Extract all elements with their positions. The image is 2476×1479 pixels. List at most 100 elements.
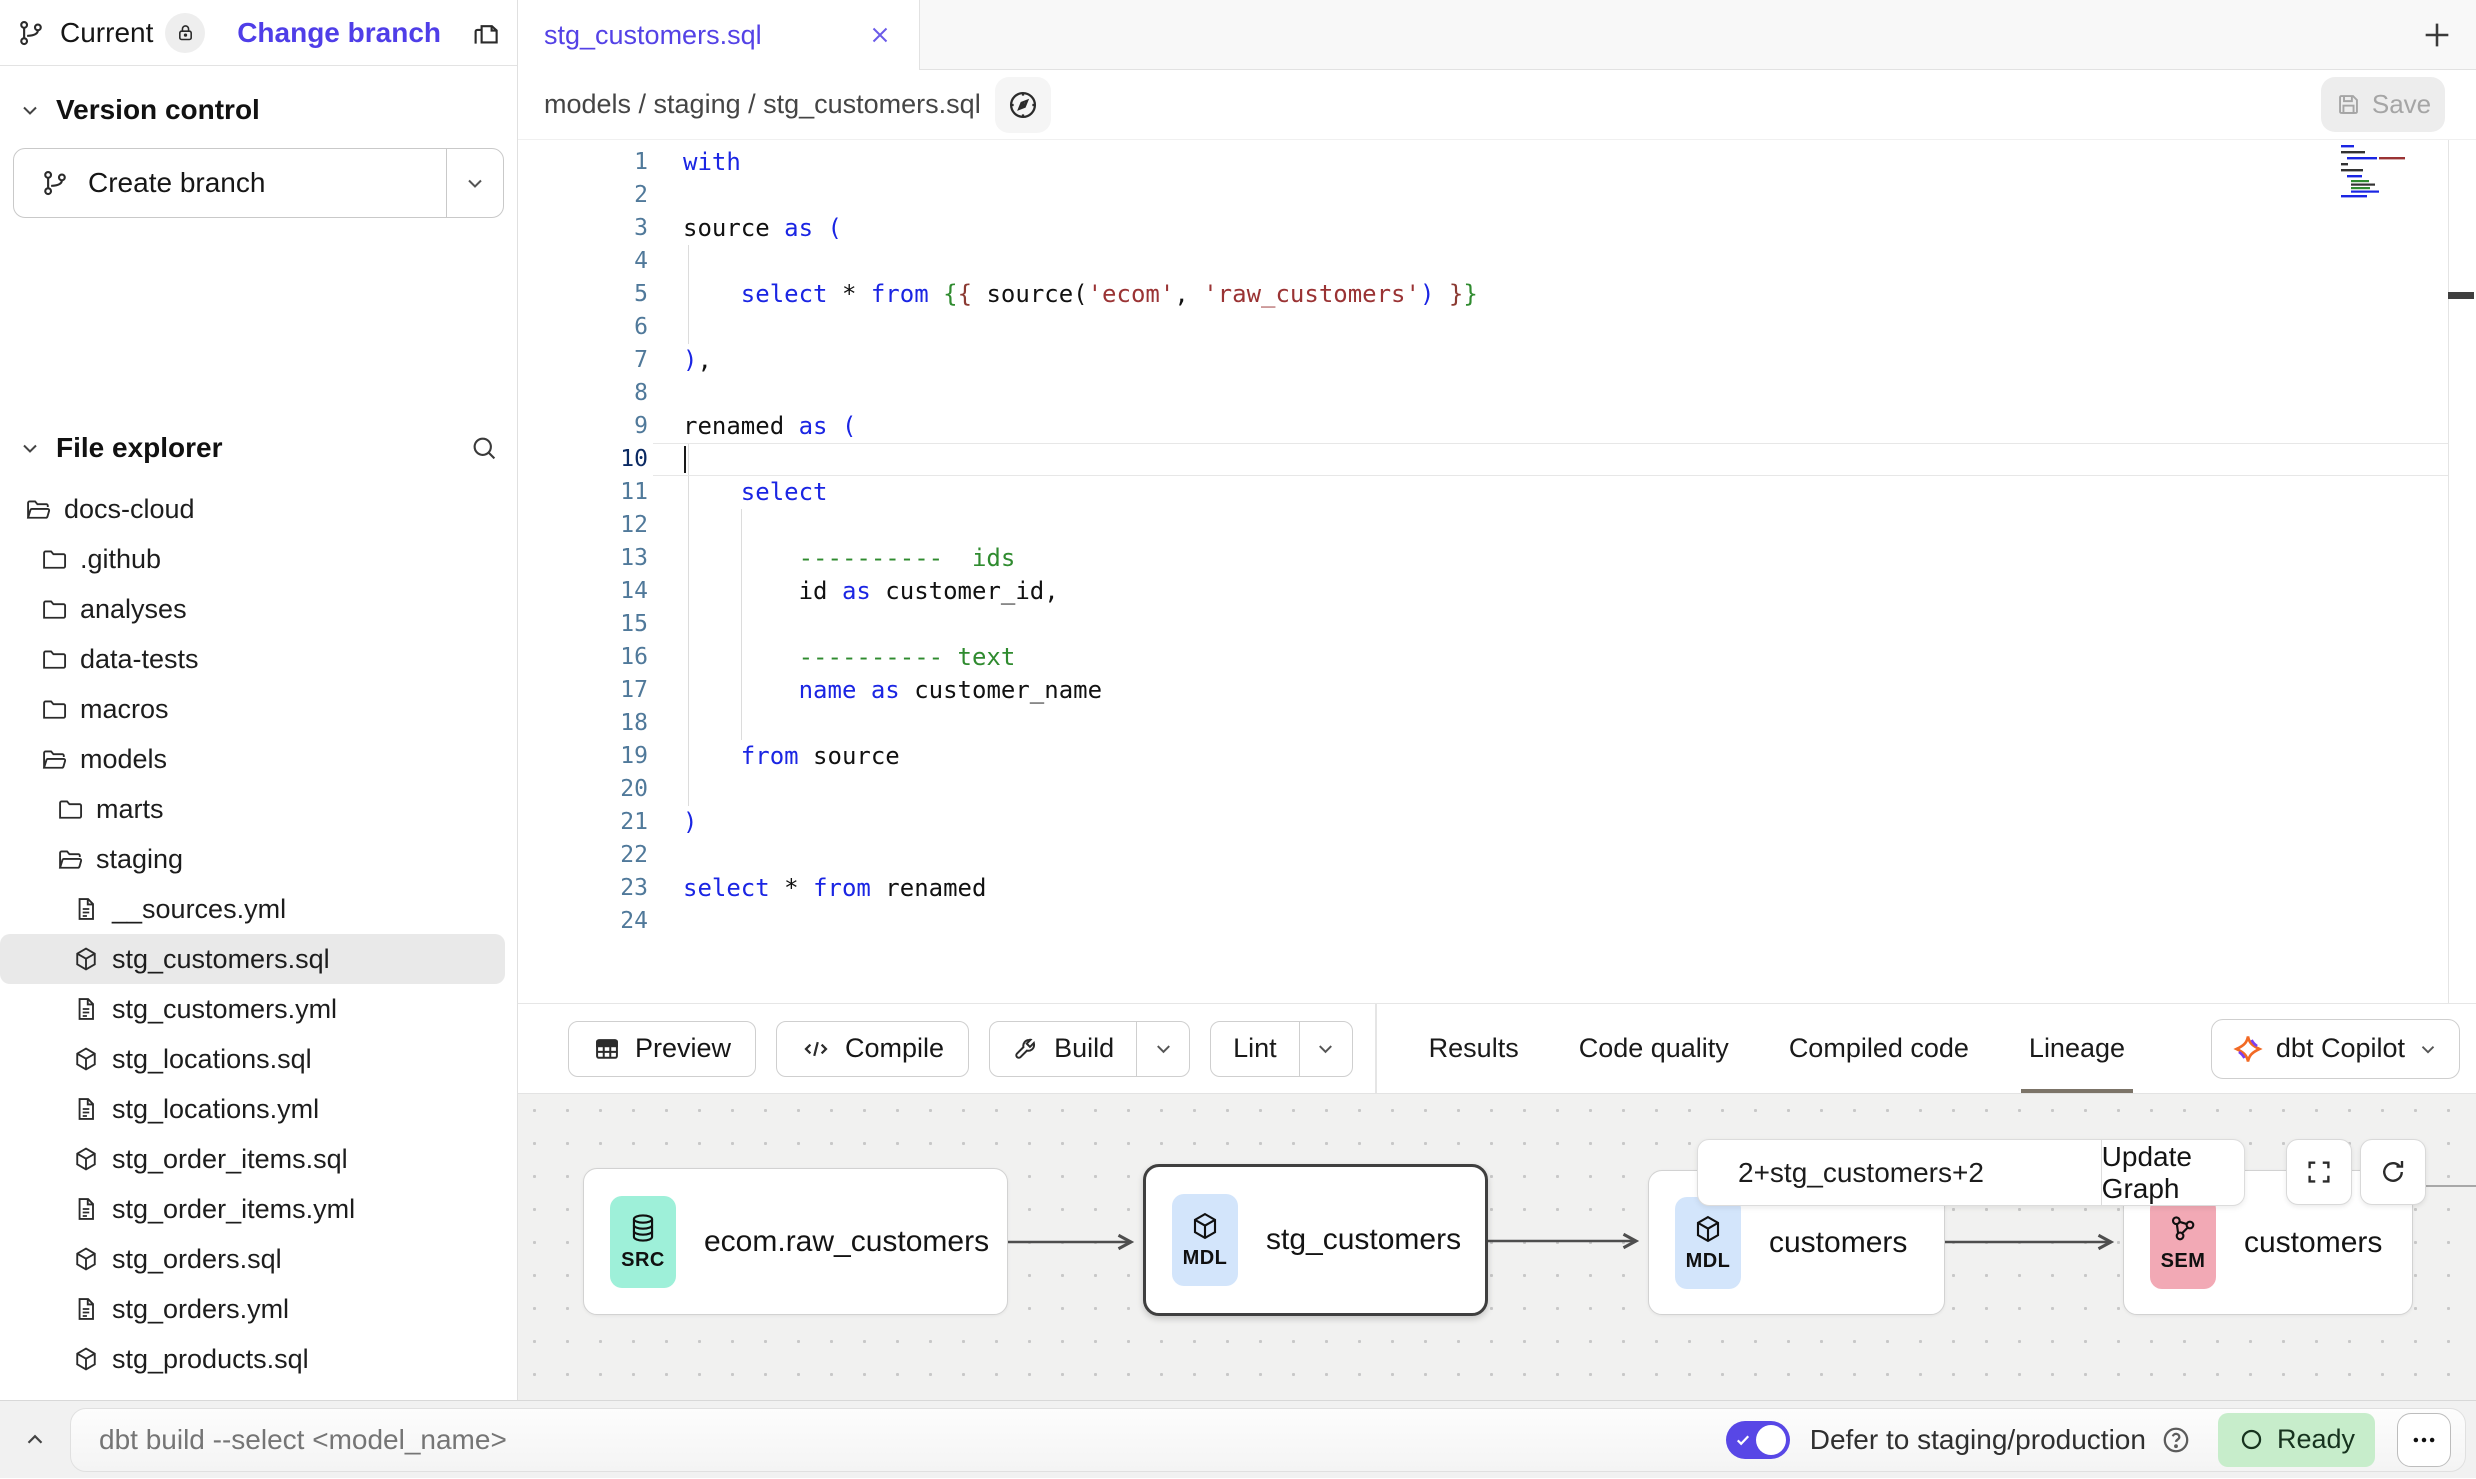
preview-button[interactable]: Preview (568, 1021, 756, 1077)
save-button[interactable]: Save (2321, 77, 2445, 132)
tree-item-stg-order-items-yml[interactable]: stg_order_items.yml (0, 1184, 505, 1234)
create-branch-label: Create branch (88, 167, 265, 199)
line-number: 10 (518, 443, 648, 476)
build-button[interactable]: Build (990, 1022, 1136, 1076)
dbt-copilot-icon (2232, 1033, 2264, 1065)
fullscreen-button[interactable] (2286, 1139, 2352, 1205)
tree-item-label: models (80, 744, 167, 775)
lineage-node-src-ecom-raw-customers[interactable]: SRCecom.raw_customers (583, 1168, 1008, 1315)
tab-label: Code quality (1579, 1033, 1729, 1064)
tree-item-stg-orders-yml[interactable]: stg_orders.yml (0, 1284, 505, 1334)
lint-button[interactable]: Lint (1211, 1022, 1299, 1076)
copy-icon[interactable] (471, 18, 501, 48)
minimap[interactable] (2337, 142, 2425, 200)
lint-dropdown[interactable] (1299, 1022, 1352, 1076)
build-dropdown[interactable] (1136, 1022, 1189, 1076)
tree-item-stg-products-sql[interactable]: stg_products.sql (0, 1334, 505, 1384)
line-number: 11 (518, 476, 648, 509)
model-icon (1692, 1213, 1724, 1245)
line-number: 4 (518, 245, 648, 278)
tree-item-stg-order-items-sql[interactable]: stg_order_items.sql (0, 1134, 505, 1184)
compile-button[interactable]: Compile (776, 1021, 969, 1077)
change-branch-link[interactable]: Change branch (237, 17, 441, 49)
tree-item-label: data-tests (80, 644, 199, 675)
plus-icon[interactable] (2420, 18, 2454, 52)
tree-item-data-tests[interactable]: data-tests (0, 634, 505, 684)
dbt-copilot-button[interactable]: dbt Copilot (2211, 1019, 2460, 1079)
tree-item-label: docs-cloud (64, 494, 195, 525)
create-branch-button[interactable]: Create branch (13, 148, 504, 218)
tab-stg-customers-sql[interactable]: stg_customers.sql (518, 0, 920, 70)
line-number: 14 (518, 575, 648, 608)
search-icon[interactable] (469, 433, 499, 463)
tree-item-models[interactable]: models (0, 734, 505, 784)
scrollbar-marker[interactable] (2448, 292, 2474, 299)
tree-item-stg-locations-yml[interactable]: stg_locations.yml (0, 1084, 505, 1134)
tab-compiled-code[interactable]: Compiled code (1759, 1004, 1999, 1094)
tree-item-analyses[interactable]: analyses (0, 584, 505, 634)
defer-toggle[interactable] (1726, 1421, 1790, 1459)
tree-item-sources-yml[interactable]: __sources.yml (0, 884, 505, 934)
chevron-down-icon (1152, 1037, 1175, 1060)
help-icon[interactable] (2160, 1424, 2192, 1456)
tree-item-docs-cloud[interactable]: docs-cloud (0, 484, 505, 534)
tree-item-marts[interactable]: marts (0, 784, 505, 834)
tab-results[interactable]: Results (1399, 1004, 1549, 1094)
tree-item-github[interactable]: .github (0, 534, 505, 584)
model-icon (72, 1345, 100, 1373)
line-number: 21 (518, 806, 648, 839)
refresh-button[interactable] (2360, 1139, 2426, 1205)
status-badge[interactable]: Ready (2218, 1413, 2375, 1467)
file-icon (72, 1095, 100, 1123)
tree-item-stg-customers-yml[interactable]: stg_customers.yml (0, 984, 505, 1034)
node-label: customers (1769, 1226, 1907, 1260)
tree-item-stg-locations-sql[interactable]: stg_locations.sql (0, 1034, 505, 1084)
chevron-down-icon (463, 171, 487, 195)
create-branch-dropdown[interactable] (446, 149, 503, 217)
model-icon (72, 945, 100, 973)
folder-open-icon (56, 845, 84, 873)
editor-scrollbar[interactable] (2448, 140, 2476, 1003)
tab-label: Lineage (2029, 1033, 2125, 1064)
tab-label: Results (1429, 1033, 1519, 1064)
lineage-node-mdl-stg-customers[interactable]: MDL stg_customers (1143, 1164, 1488, 1316)
lineage-canvas[interactable]: SRCecom.raw_customers MDL stg_customersMDL… (518, 1093, 2476, 1401)
code-line: select * from {{ source('ecom', 'raw_cus… (683, 278, 1478, 311)
code-editor[interactable]: 1with23source as (45 select * from {{ so… (518, 140, 2476, 1003)
file-icon (72, 1295, 100, 1323)
folder-icon (40, 645, 68, 673)
line-number: 3 (518, 212, 648, 245)
tab-code-quality[interactable]: Code quality (1549, 1004, 1759, 1094)
command-input[interactable] (71, 1423, 1726, 1457)
command-panel: Defer to staging/production Ready (70, 1408, 2466, 1472)
close-icon[interactable] (867, 22, 893, 48)
lint-label: Lint (1233, 1033, 1277, 1064)
editor-tab-bar: stg_customers.sql (518, 0, 2476, 70)
node-type-badge: MDL (1172, 1194, 1238, 1286)
more-options-button[interactable] (2397, 1413, 2451, 1467)
tree-item-macros[interactable]: macros (0, 684, 505, 734)
tree-item-stg-orders-sql[interactable]: stg_orders.sql (0, 1234, 505, 1284)
save-icon (2335, 91, 2362, 118)
file-tree: docs-cloud .github analyses data-tests macro… (0, 484, 517, 1384)
update-graph-button[interactable]: Update Graph (2102, 1140, 2244, 1205)
file-explorer-header[interactable]: File explorer (0, 426, 517, 470)
node-label: stg_customers (1266, 1223, 1461, 1257)
text-caret (684, 446, 686, 473)
create-branch-main[interactable]: Create branch (14, 149, 446, 217)
line-number: 6 (518, 311, 648, 344)
code-line: ---------- ids (683, 542, 1015, 575)
tree-item-staging[interactable]: staging (0, 834, 505, 884)
tree-item-stg-customers-sql[interactable]: stg_customers.sql (0, 934, 505, 984)
lineage-selector-input[interactable] (1698, 1140, 2101, 1205)
tree-item-label: __sources.yml (112, 894, 286, 925)
version-control-header[interactable]: Version control (0, 88, 517, 132)
tree-item-label: .github (80, 544, 161, 575)
tree-item-label: stg_locations.yml (112, 1094, 319, 1125)
code-line: name as customer_name (683, 674, 1102, 707)
ellipsis-icon (2409, 1425, 2439, 1455)
expand-command-bar-button[interactable] (0, 1401, 70, 1479)
copilot-compass-button[interactable] (995, 77, 1051, 133)
tab-lineage[interactable]: Lineage (1999, 1004, 2155, 1094)
model-icon (72, 1245, 100, 1273)
